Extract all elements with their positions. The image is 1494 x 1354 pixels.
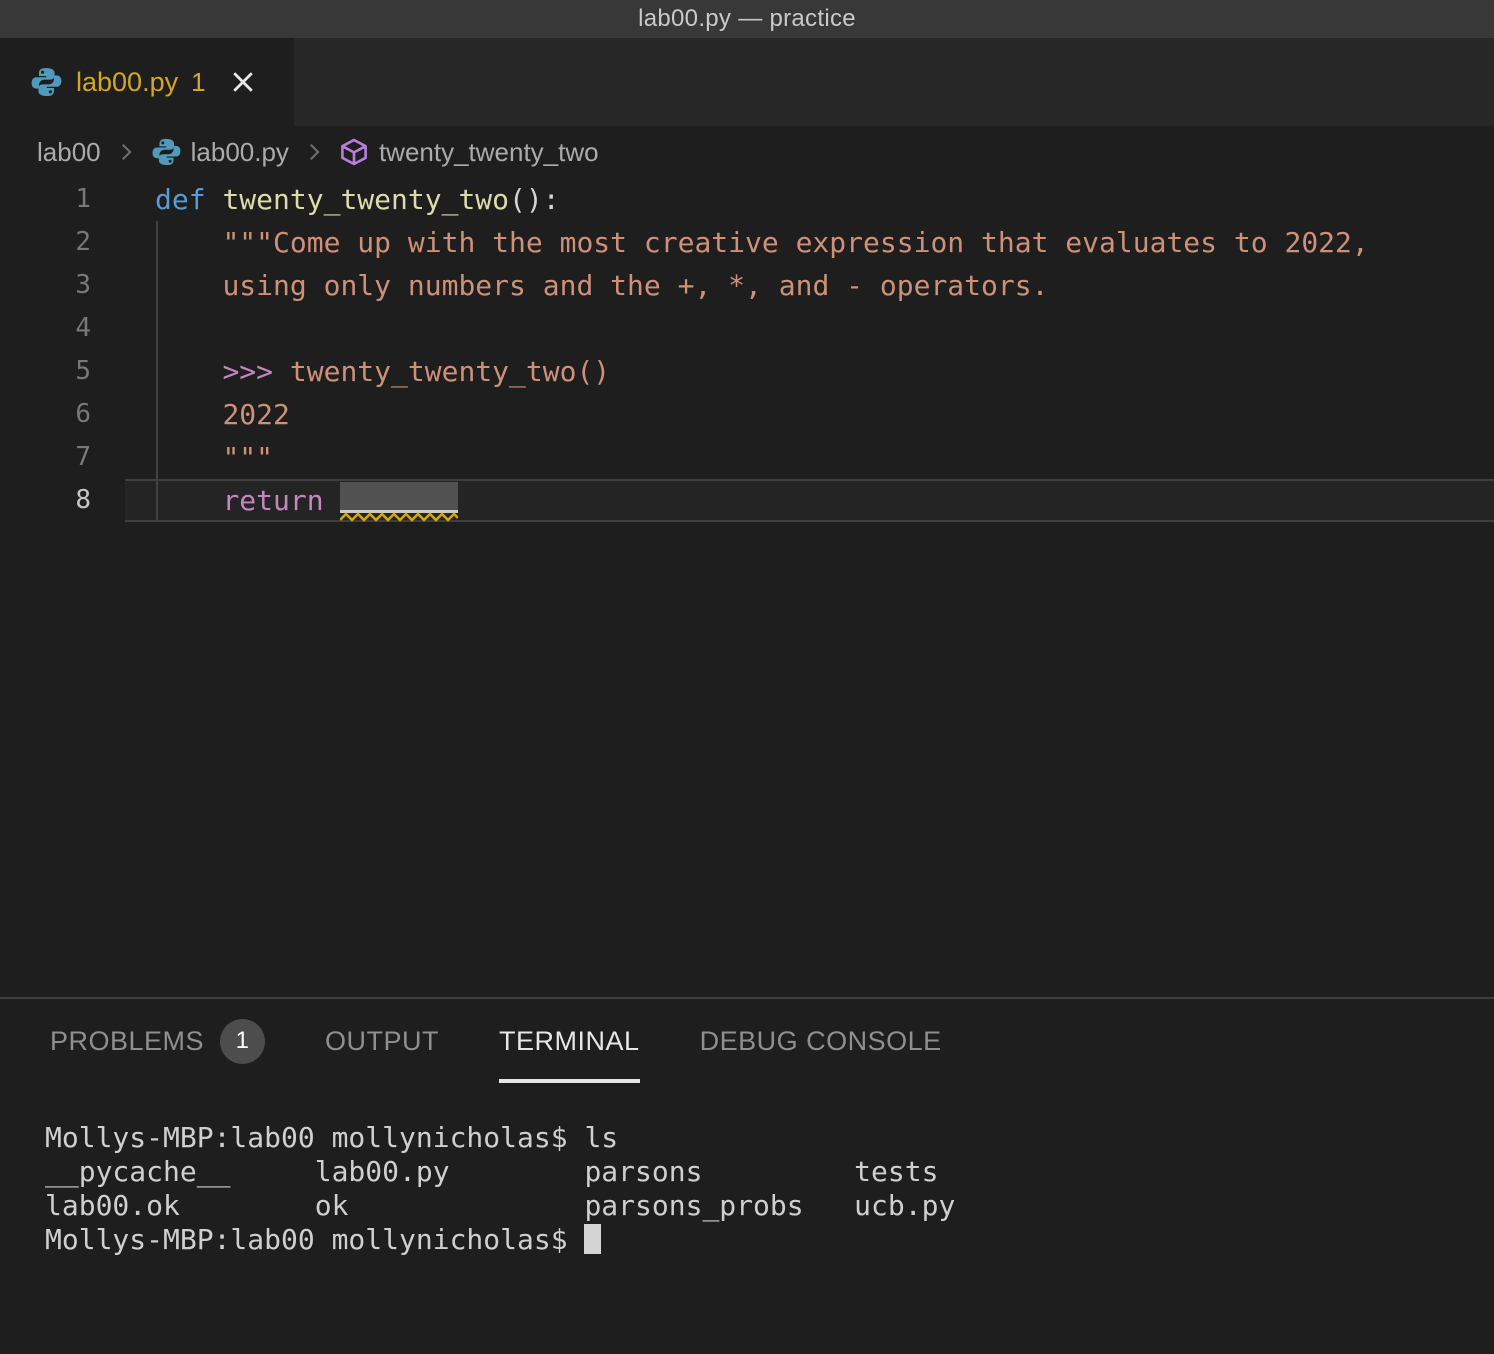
code-text: def twenty_twenty_two(): xyxy=(125,178,1494,221)
code-line[interactable]: 4 xyxy=(0,307,1494,350)
indent-guide xyxy=(156,221,158,522)
line-number: 1 xyxy=(0,178,125,221)
tab-problem-count: 1 xyxy=(191,67,205,98)
breadcrumb-folder[interactable]: lab00 xyxy=(37,137,101,168)
terminal-line: lab00.ok ok parsons_probs ucb.py xyxy=(45,1189,1494,1223)
line-number: 2 xyxy=(0,221,125,264)
editor-tab-strip: lab00.py 1 xyxy=(0,38,1494,126)
code-lines: 1def twenty_twenty_two():2 """Come up wi… xyxy=(0,178,1494,522)
code-text: """ xyxy=(125,436,1494,479)
terminal[interactable]: Mollys-MBP:lab00 mollynicholas$ ls__pyca… xyxy=(0,1083,1494,1257)
tab-debug-console[interactable]: DEBUG CONSOLE xyxy=(700,999,942,1083)
code-line[interactable]: 3 using only numbers and the +, *, and -… xyxy=(0,264,1494,307)
terminal-line: Mollys-MBP:lab00 mollynicholas$ xyxy=(45,1223,1494,1257)
line-number: 5 xyxy=(0,350,125,393)
close-icon[interactable] xyxy=(228,67,258,97)
terminal-line: __pycache__ lab00.py parsons tests xyxy=(45,1155,1494,1189)
code-editor[interactable]: 1def twenty_twenty_two():2 """Come up wi… xyxy=(0,178,1494,997)
code-text: """Come up with the most creative expres… xyxy=(125,221,1494,264)
code-line[interactable]: 1def twenty_twenty_two(): xyxy=(0,178,1494,221)
code-text: return xyxy=(125,479,1494,522)
line-number: 7 xyxy=(0,436,125,479)
code-line[interactable]: 2 """Come up with the most creative expr… xyxy=(0,221,1494,264)
code-text: >>> twenty_twenty_two() xyxy=(125,350,1494,393)
tab-terminal[interactable]: TERMINAL xyxy=(499,999,640,1083)
selected-whitespace xyxy=(340,482,458,513)
window-titlebar[interactable]: lab00.py — practice xyxy=(0,0,1494,38)
code-text: 2022 xyxy=(125,393,1494,436)
chevron-right-icon xyxy=(113,139,139,165)
line-number: 4 xyxy=(0,307,125,350)
bottom-panel: PROBLEMS 1 OUTPUT TERMINAL DEBUG CONSOLE… xyxy=(0,997,1494,1354)
code-text xyxy=(125,307,1494,350)
tab-output[interactable]: OUTPUT xyxy=(325,999,439,1083)
code-line[interactable]: 5 >>> twenty_twenty_two() xyxy=(0,350,1494,393)
chevron-right-icon xyxy=(301,139,327,165)
breadcrumb-symbol[interactable]: twenty_twenty_two xyxy=(339,137,599,168)
code-text: using only numbers and the +, *, and - o… xyxy=(125,264,1494,307)
line-number: 6 xyxy=(0,393,125,436)
code-line[interactable]: 8 return xyxy=(0,479,1494,522)
line-number: 3 xyxy=(0,264,125,307)
terminal-line: Mollys-MBP:lab00 mollynicholas$ ls xyxy=(45,1121,1494,1155)
breadcrumb: lab00 lab00.py twenty_twenty_two xyxy=(0,126,1494,178)
breadcrumb-file[interactable]: lab00.py xyxy=(151,137,289,168)
window-title: lab00.py — practice xyxy=(638,5,856,33)
python-icon xyxy=(151,137,181,167)
panel-tab-bar: PROBLEMS 1 OUTPUT TERMINAL DEBUG CONSOLE xyxy=(0,999,1494,1083)
python-icon xyxy=(30,66,62,98)
editor-tab-lab00[interactable]: lab00.py 1 xyxy=(0,38,294,126)
problems-count-badge: 1 xyxy=(220,1019,265,1064)
code-line[interactable]: 6 2022 xyxy=(0,393,1494,436)
symbol-cube-icon xyxy=(339,137,369,167)
tab-problems[interactable]: PROBLEMS 1 xyxy=(50,999,265,1083)
tab-filename: lab00.py xyxy=(76,67,178,98)
terminal-cursor xyxy=(584,1224,601,1254)
code-line[interactable]: 7 """ xyxy=(0,436,1494,479)
line-number: 8 xyxy=(0,479,125,522)
